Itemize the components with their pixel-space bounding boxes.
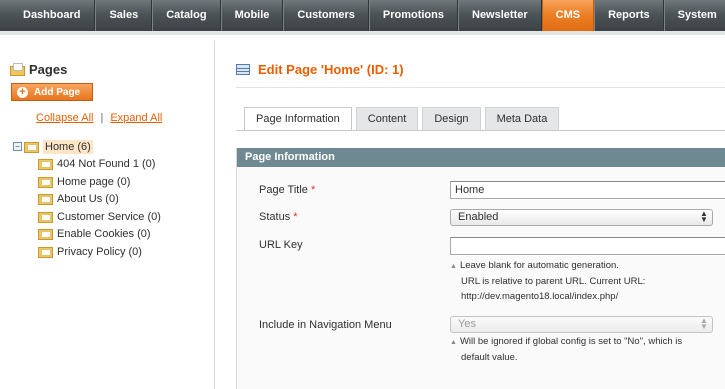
tree-node-customer-service[interactable]: Customer Service (0) [38,208,161,226]
page-title-label: Page Title * [259,184,315,196]
nav-cms[interactable]: CMS [541,0,595,31]
updown-arrows-icon: ▲ ▼ [700,209,708,224]
tab-divider [236,130,725,131]
folder-icon [38,211,54,223]
page-title-field[interactable] [450,181,725,199]
tree-node-home[interactable]: − Home (6) [13,138,161,156]
sidebar: Pages + Add Page Collapse All | Expand All… [0,41,215,389]
grid-icon [236,64,250,75]
nav-menu-label: Include in Navigation Menu [259,319,392,331]
add-page-label: Add Page [34,86,81,98]
tree-controls: Collapse All | Expand All [36,112,162,124]
nav-reports[interactable]: Reports [594,0,664,31]
url-key-field[interactable] [450,237,725,255]
collapse-all-link[interactable]: Collapse All [36,112,93,124]
nav-menu-note: ▲ Will be ignored if global config is set… [450,334,682,365]
folder-icon [38,228,54,241]
nav-customers[interactable]: Customers [283,0,369,31]
add-page-button[interactable]: + Add Page [11,83,93,101]
tab-design[interactable]: Design [422,107,481,130]
section-header: Page Information [237,148,725,167]
url-key-note: ▲ Leave blank for automatic generation. U… [450,258,645,304]
page-title: Edit Page 'Home' (ID: 1) [258,62,404,77]
required-marker: * [293,211,298,223]
page-title-label-text: Page Title [259,184,308,196]
nav-menu-select-value: Yes [458,318,476,330]
status-select-value: Enabled [458,211,499,223]
tree-node-label: 404 Not Found 1 (0) [57,158,156,171]
nav-promotions[interactable]: Promotions [368,0,458,31]
pages-icon [10,62,25,76]
tree-node-privacy-policy[interactable]: Privacy Policy (0) [38,243,161,261]
folder-icon [38,176,54,188]
required-marker: * [310,184,316,196]
plus-icon: + [17,86,28,98]
top-nav: Dashboard Sales Catalog Mobile Customers… [0,0,725,35]
collapse-toggle-icon[interactable]: − [13,142,22,152]
page-information-section: Page Information Page Title * Status * E… [236,148,725,389]
sidebar-title-text: Pages [29,61,68,77]
sidebar-title: Pages [10,61,67,77]
tree-node-label: Home (6) [43,139,93,154]
nav-mobile[interactable]: Mobile [220,0,284,31]
nav-newsletter[interactable]: Newsletter [458,0,542,31]
main-content: Edit Page 'Home' (ID: 1) Page Informatio… [216,41,725,389]
nav-system[interactable]: System [663,0,725,31]
heading-divider [236,87,725,88]
tab-meta-data[interactable]: Meta Data [484,107,560,130]
nav-menu-select[interactable]: Yes ▲ ▼ [450,316,713,333]
url-note-line-2: URL is relative to parent URL. Current U… [461,276,646,287]
url-key-label: URL Key [259,239,303,251]
tree-node-label: Enable Cookies (0) [57,228,151,241]
tree-node-label: About Us (0) [57,193,119,206]
status-label: Status * [259,211,298,223]
tree-node-enable-cookies[interactable]: Enable Cookies (0) [38,226,161,244]
nav-note-line-1: Will be ignored if global config is set … [459,336,683,347]
tree-node-about-us[interactable]: About Us (0) [38,191,161,209]
folder-icon [38,193,54,206]
note-triangle-icon: ▲ [450,339,457,346]
tab-content[interactable]: Content [355,107,419,130]
nav-sales[interactable]: Sales [95,0,153,31]
tree-node-404[interactable]: 404 Not Found 1 (0) [38,156,161,174]
folder-icon [38,246,54,258]
nav-catalog[interactable]: Catalog [152,0,221,31]
tab-bar: Page Information Content Design Meta Dat… [244,107,563,131]
expand-all-link[interactable]: Expand All [110,112,162,124]
tree-node-label: Privacy Policy (0) [57,245,142,258]
tree-node-label: Home page (0) [57,175,131,188]
url-note-line-3: http://dev.magento18.local/index.php/ [461,291,619,302]
page-tree: − Home (6) 404 Not Found 1 (0) Home page… [13,138,161,261]
tab-page-information[interactable]: Page Information [244,107,352,131]
updown-arrows-icon: ▲ ▼ [700,316,708,331]
tree-node-home-page[interactable]: Home page (0) [38,173,161,191]
nav-dashboard[interactable]: Dashboard [0,0,96,31]
tree-node-label: Customer Service (0) [57,210,161,223]
nav-note-line-2: default value. [461,352,518,363]
tree-links-separator: | [100,112,104,124]
url-note-line-1: Leave blank for automatic generation. [459,260,619,271]
status-select[interactable]: Enabled ▲ ▼ [450,209,713,226]
note-triangle-icon: ▲ [450,263,457,270]
page-heading: Edit Page 'Home' (ID: 1) [236,62,404,77]
folder-icon [24,141,40,153]
status-label-text: Status [259,211,291,223]
folder-icon [38,158,54,171]
